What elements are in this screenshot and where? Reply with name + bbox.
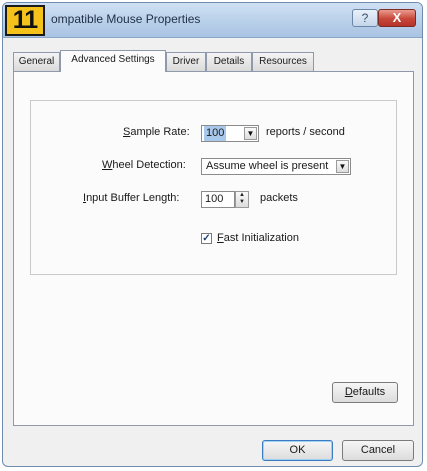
close-button[interactable]: X xyxy=(378,9,416,27)
window-title: ompatible Mouse Properties xyxy=(51,12,201,26)
tab-resources[interactable]: Resources xyxy=(252,52,314,71)
input-buffer-length-field[interactable]: 100 xyxy=(201,191,235,208)
wheel-detection-label: Wheel Detection: xyxy=(102,159,186,171)
spin-up-icon[interactable]: ▲ xyxy=(236,192,248,199)
question-icon: ? xyxy=(361,11,369,25)
input-buffer-spinner[interactable]: ▲ ▼ xyxy=(235,191,249,208)
sample-rate-value: 100 xyxy=(204,126,227,141)
tab-advanced-settings[interactable]: Advanced Settings xyxy=(60,50,166,72)
cancel-button[interactable]: Cancel xyxy=(342,440,414,461)
chevron-down-icon[interactable]: ▼ xyxy=(336,160,349,173)
chevron-down-icon[interactable]: ▼ xyxy=(244,127,257,140)
close-icon: X xyxy=(392,10,402,25)
checkmark-icon: ✓ xyxy=(202,233,211,244)
advanced-settings-panel: Sample Rate: 100 ▼ reports / second Whee… xyxy=(13,71,414,426)
spin-down-icon[interactable]: ▼ xyxy=(236,199,248,206)
tab-general[interactable]: General xyxy=(13,52,60,71)
input-buffer-unit: packets xyxy=(260,192,298,204)
sample-rate-label: Sample Rate: xyxy=(123,126,190,138)
settings-group: Sample Rate: 100 ▼ reports / second Whee… xyxy=(30,100,397,275)
properties-dialog: 11 ompatible Mouse Properties ? X Genera… xyxy=(2,2,423,467)
title-bar[interactable]: 11 ompatible Mouse Properties ? X xyxy=(3,3,422,38)
tab-details[interactable]: Details xyxy=(206,52,252,71)
defaults-button[interactable]: Defaults xyxy=(332,382,398,403)
input-buffer-length-label: Input Buffer Length: xyxy=(83,192,180,204)
wheel-detection-dropdown[interactable]: Assume wheel is present ▼ xyxy=(201,158,351,175)
tab-driver[interactable]: Driver xyxy=(166,52,206,71)
wheel-detection-value: Assume wheel is present xyxy=(206,160,329,172)
sample-rate-unit: reports / second xyxy=(266,126,345,138)
step-number-badge: 11 xyxy=(5,5,45,36)
fast-initialization-label: Fast Initialization xyxy=(217,232,299,244)
help-button[interactable]: ? xyxy=(352,9,378,27)
sample-rate-dropdown[interactable]: 100 ▼ xyxy=(201,125,259,142)
ok-button[interactable]: OK xyxy=(262,440,333,461)
fast-initialization-checkbox[interactable]: ✓ xyxy=(201,233,212,244)
